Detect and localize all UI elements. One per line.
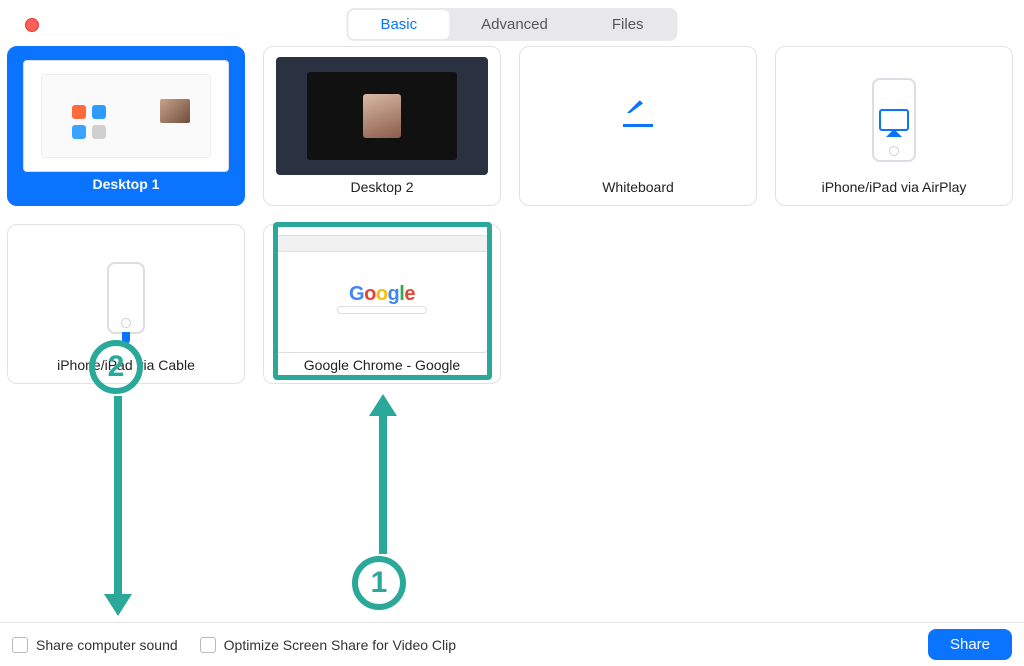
option-desktop-1[interactable]: Desktop 1 [7, 46, 245, 206]
google-logo: Google [349, 283, 415, 306]
annotation-step-1: 1 [352, 556, 406, 610]
preview-airplay [784, 57, 1004, 175]
checkbox-box [200, 637, 216, 653]
preview-cable [16, 235, 236, 353]
option-desktop-2[interactable]: Desktop 2 [263, 46, 501, 206]
option-label: Desktop 1 [93, 172, 160, 192]
preview-desktop-2 [272, 57, 492, 175]
share-screen-window: Basic Advanced Files Desktop 1 De [0, 0, 1024, 666]
option-iphone-airplay[interactable]: iPhone/iPad via AirPlay [775, 46, 1013, 206]
option-label: Whiteboard [602, 175, 674, 195]
option-label: Google Chrome - Google [304, 353, 460, 373]
tab-basic[interactable]: Basic [348, 10, 449, 39]
share-button[interactable]: Share [928, 629, 1012, 660]
checkbox-label: Share computer sound [36, 637, 178, 653]
tab-advanced[interactable]: Advanced [449, 10, 580, 39]
share-mode-tabs: Basic Advanced Files [346, 8, 677, 41]
tab-files[interactable]: Files [580, 10, 676, 39]
window-close-button[interactable] [25, 18, 39, 32]
airplay-icon [879, 109, 909, 131]
preview-whiteboard [528, 57, 748, 175]
annotation-arrow-1 [373, 394, 393, 554]
option-label: iPhone/iPad via AirPlay [822, 175, 967, 195]
option-label: Desktop 2 [350, 175, 413, 195]
option-google-chrome[interactable]: Google Google Chrome - Google [263, 224, 501, 384]
preview-chrome: Google [272, 235, 492, 353]
option-label: iPhone/iPad via Cable [57, 353, 195, 373]
annotation-arrow-2 [108, 396, 128, 618]
option-iphone-cable[interactable]: iPhone/iPad via Cable [7, 224, 245, 384]
share-options-grid: Desktop 1 Desktop 2 Whiteboard [7, 46, 1017, 384]
preview-desktop-1 [19, 60, 233, 172]
checkbox-share-computer-sound[interactable]: Share computer sound [12, 637, 178, 653]
checkbox-label: Optimize Screen Share for Video Clip [224, 637, 456, 653]
checkbox-optimize-video[interactable]: Optimize Screen Share for Video Clip [200, 637, 456, 653]
option-whiteboard[interactable]: Whiteboard [519, 46, 757, 206]
bottom-bar: Share computer sound Optimize Screen Sha… [0, 622, 1024, 666]
cable-icon [122, 332, 130, 344]
checkbox-box [12, 637, 28, 653]
pencil-icon [623, 105, 653, 127]
